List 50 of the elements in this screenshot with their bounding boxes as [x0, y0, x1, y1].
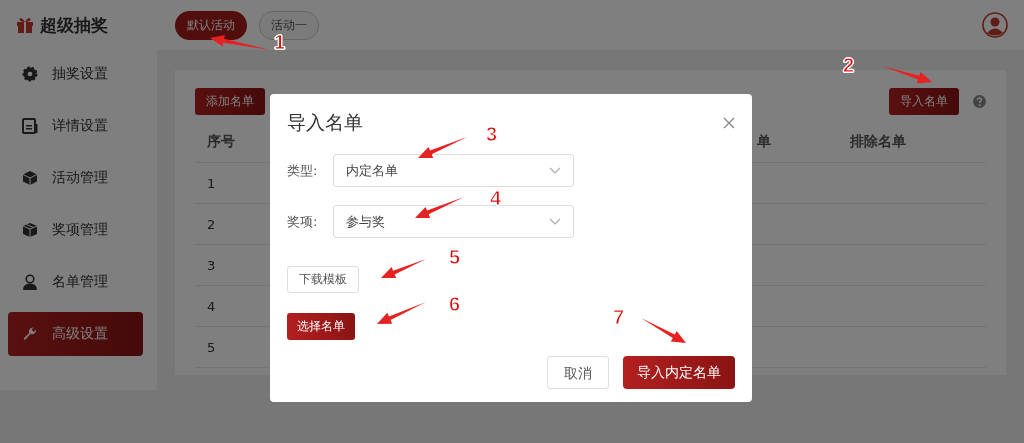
annotation-arrow: [418, 137, 467, 158]
annotation-arrow: [882, 66, 932, 84]
wrench-icon: [22, 326, 38, 342]
column-header: 序号: [195, 122, 255, 163]
table-cell: 5: [195, 327, 255, 368]
annotation-arrow: [377, 302, 426, 324]
table-cell: 3: [195, 245, 255, 286]
choose-list-button[interactable]: 选择名单: [287, 313, 355, 340]
sidebar-item[interactable]: 高级设置: [8, 312, 143, 356]
chevron-down-icon: [549, 218, 561, 225]
download-template-button[interactable]: 下载模板: [287, 266, 359, 293]
help-icon: [973, 94, 986, 108]
sidebar-item[interactable]: 名单管理: [8, 260, 143, 304]
cube-icon: [22, 170, 38, 186]
field-label: 奖项:: [287, 212, 319, 231]
table-cell: 4: [195, 286, 255, 327]
annotation-number: 2: [843, 54, 855, 77]
annotation-arrow: [641, 318, 686, 343]
annotation-arrow: [381, 259, 426, 279]
add-list-button[interactable]: 添加名单: [195, 87, 265, 115]
sidebar-item[interactable]: 奖项管理: [8, 208, 143, 252]
sidebar-item[interactable]: 活动管理: [8, 156, 143, 200]
column-header: 排除名单: [838, 122, 986, 163]
app-title: 超级抽奖: [40, 13, 108, 37]
dialog-title: 导入名单: [287, 110, 363, 135]
sidebar-item[interactable]: 抽奖设置: [8, 52, 143, 96]
import-list-button[interactable]: 导入名单: [889, 87, 959, 115]
sidebar-item[interactable]: 详情设置: [8, 104, 143, 148]
document-icon: [22, 118, 38, 134]
table-cell: 1: [195, 163, 255, 204]
cancel-button[interactable]: 取消: [547, 356, 609, 389]
box-icon: [22, 222, 38, 238]
annotation-number: 7: [613, 306, 625, 329]
activity-tab[interactable]: 默认活动: [175, 10, 247, 40]
person-icon: [22, 274, 38, 290]
confirm-import-button[interactable]: 导入内定名单: [623, 356, 735, 389]
dropdown-field[interactable]: 参与奖: [333, 205, 574, 238]
annotation-number: 6: [449, 293, 461, 316]
gift-icon: [16, 16, 34, 34]
annotation-arrow: [415, 197, 464, 218]
annotation-number: 3: [486, 123, 498, 146]
gear-icon: [22, 66, 38, 82]
annotation-arrow: [210, 34, 270, 50]
dropdown-field[interactable]: 内定名单: [333, 154, 574, 187]
chevron-down-icon: [549, 167, 561, 174]
table-cell: 2: [195, 204, 255, 245]
field-label: 类型:: [287, 161, 319, 180]
avatar-icon[interactable]: [982, 12, 1008, 38]
close-icon[interactable]: [723, 117, 735, 129]
annotation-number: 5: [449, 246, 461, 269]
